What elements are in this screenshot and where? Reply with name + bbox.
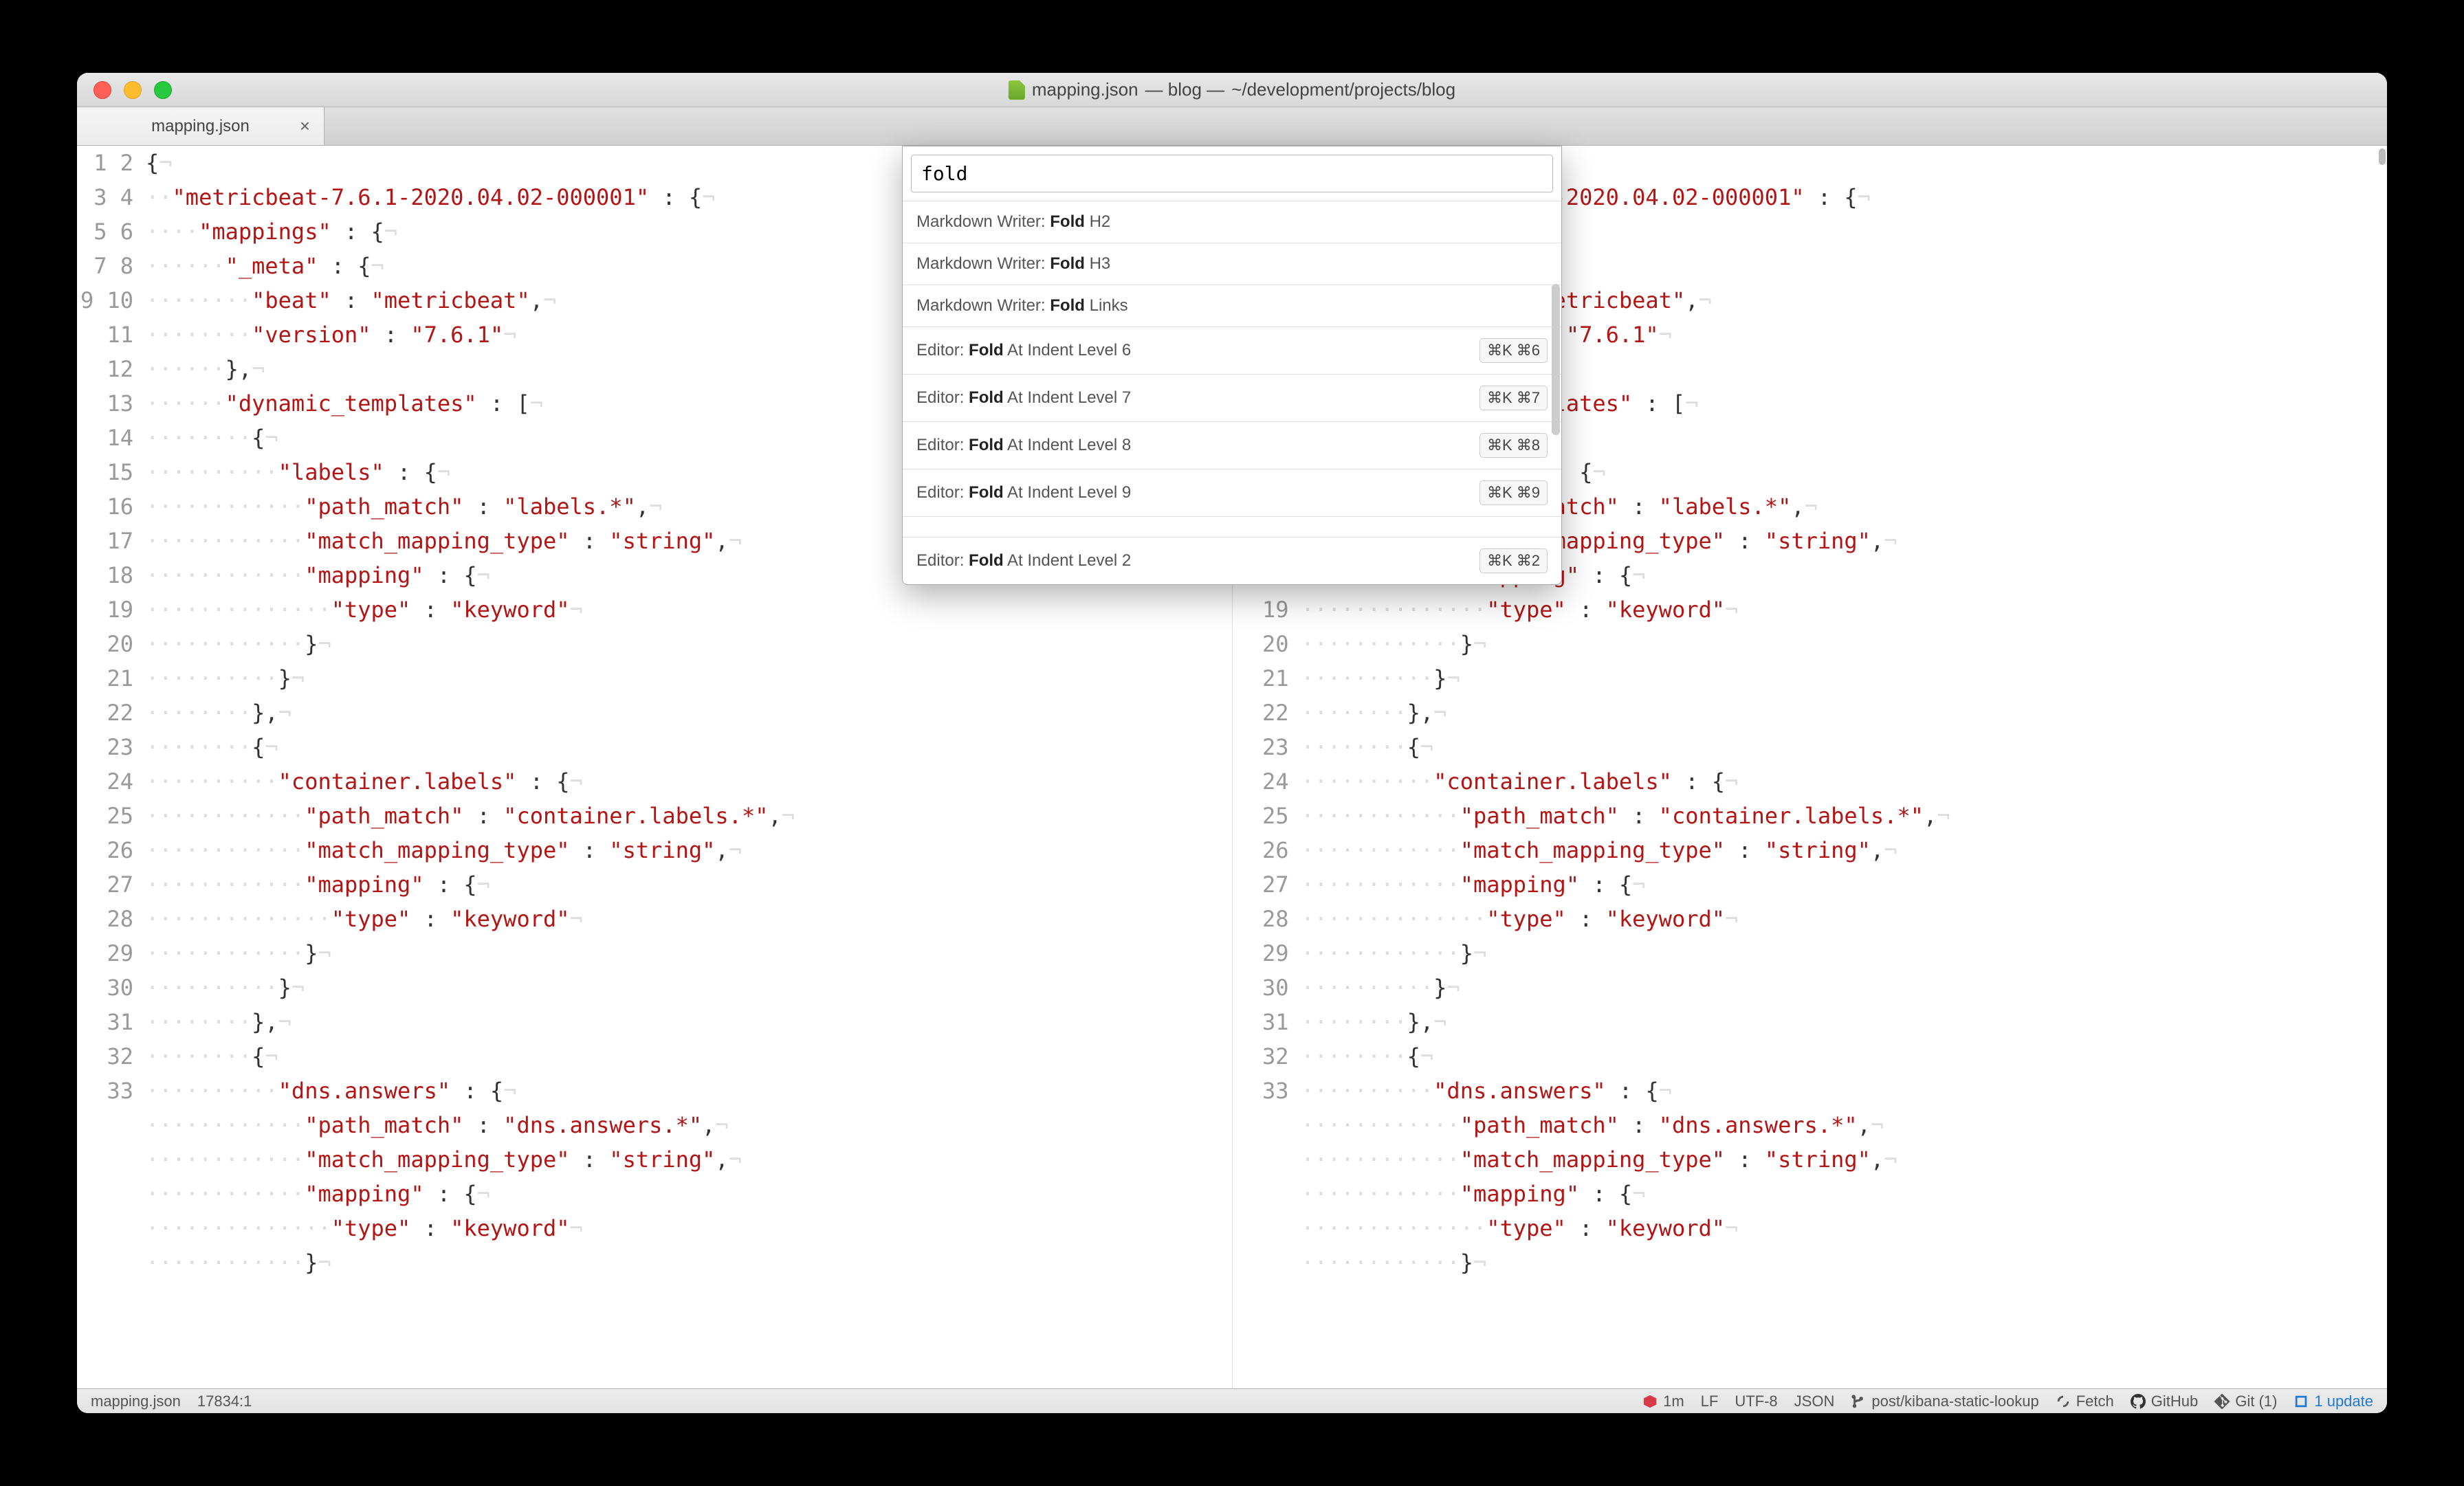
keyboard-shortcut: ⌘K ⌘7 xyxy=(1480,386,1548,410)
command-label: Editor: Fold At Indent Level 7 xyxy=(916,388,1131,408)
status-github[interactable]: GitHub xyxy=(2131,1393,2198,1410)
status-language[interactable]: JSON xyxy=(1794,1393,1835,1410)
tabbar: mapping.json × xyxy=(77,107,2387,146)
command-label: Editor: Fold At Indent Level 2 xyxy=(916,551,1131,570)
command-label: Editor: Fold At Indent Level 9 xyxy=(916,483,1131,502)
command-label: Markdown Writer: Fold H2 xyxy=(916,212,1110,232)
command-palette: Markdown Writer: Fold H2 Markdown Writer:… xyxy=(902,146,1562,585)
status-cursor[interactable]: 17834:1 xyxy=(197,1393,252,1410)
status-branch[interactable]: post/kibana-static-lookup xyxy=(1851,1393,2038,1410)
title-path: ~/development/projects/blog xyxy=(1231,79,1455,100)
command-label: Markdown Writer: Fold H3 xyxy=(916,254,1110,274)
keyboard-shortcut: ⌘K ⌘9 xyxy=(1480,480,1548,505)
command-palette-item[interactable]: Markdown Writer: Fold H3 xyxy=(903,243,1561,285)
scrollbar[interactable] xyxy=(2379,148,2386,165)
window-title: mapping.json — blog — ~/development/proj… xyxy=(1009,79,1455,100)
command-label: Markdown Writer: Fold Links xyxy=(916,296,1128,315)
command-palette-item[interactable]: Editor: Fold At Indent Level 2 ⌘K ⌘2 xyxy=(903,537,1561,584)
line-gutter: 1 2 3 4 5 6 7 8 9 10 11 12 13 14 15 16 1… xyxy=(77,146,146,1388)
tab-mapping-json[interactable]: mapping.json × xyxy=(77,107,324,145)
status-eol[interactable]: LF xyxy=(1701,1393,1719,1410)
command-palette-item[interactable]: Editor: Fold At Indent Level 6 ⌘K ⌘6 xyxy=(903,326,1561,374)
close-icon[interactable]: × xyxy=(300,115,310,137)
keyboard-shortcut: ⌘K ⌘8 xyxy=(1480,433,1548,458)
stop-icon xyxy=(1642,1394,1658,1409)
command-palette-list: Markdown Writer: Fold H2 Markdown Writer:… xyxy=(903,201,1561,584)
git-icon xyxy=(2214,1394,2230,1409)
command-palette-item[interactable]: Markdown Writer: Fold H2 xyxy=(903,201,1561,243)
titlebar: mapping.json — blog — ~/development/proj… xyxy=(77,73,2387,107)
keyboard-shortcut: ⌘K ⌘6 xyxy=(1480,338,1548,363)
status-git[interactable]: Git (1) xyxy=(2214,1393,2277,1410)
command-label: Editor: Fold At Indent Level 8 xyxy=(916,436,1131,455)
git-branch-icon xyxy=(1851,1394,1866,1409)
status-fetch[interactable]: Fetch xyxy=(2056,1393,2114,1410)
keyboard-shortcut: ⌘K ⌘2 xyxy=(1480,548,1548,573)
close-icon[interactable] xyxy=(94,81,111,99)
package-icon xyxy=(2294,1394,2309,1409)
tab-label: mapping.json xyxy=(151,117,250,136)
statusbar: mapping.json 17834:1 1m LF UTF-8 JSON po… xyxy=(77,1388,2387,1413)
traffic-lights xyxy=(77,81,172,99)
sync-icon xyxy=(2056,1394,2071,1409)
minimize-icon[interactable] xyxy=(124,81,142,99)
command-palette-input[interactable] xyxy=(911,155,1553,192)
command-palette-item[interactable]: Editor: Fold At Indent Level 9 ⌘K ⌘9 xyxy=(903,469,1561,516)
command-palette-item[interactable]: Markdown Writer: Fold Links xyxy=(903,285,1561,326)
status-update[interactable]: 1 update xyxy=(2294,1393,2373,1410)
github-icon xyxy=(2131,1394,2146,1409)
command-palette-item[interactable]: Editor: Fold At Indent Level 8 ⌘K ⌘8 xyxy=(903,421,1561,469)
palette-separator xyxy=(903,516,1561,537)
json-file-icon xyxy=(1009,80,1025,100)
title-project: — blog — xyxy=(1145,79,1225,100)
status-diagnostics[interactable]: 1m xyxy=(1642,1393,1684,1410)
editor-window: mapping.json — blog — ~/development/proj… xyxy=(77,73,2387,1413)
command-palette-item[interactable]: Editor: Fold At Indent Level 7 ⌘K ⌘7 xyxy=(903,374,1561,421)
zoom-icon[interactable] xyxy=(154,81,172,99)
title-file: mapping.json xyxy=(1032,79,1138,100)
status-encoding[interactable]: UTF-8 xyxy=(1735,1393,1777,1410)
command-label: Editor: Fold At Indent Level 6 xyxy=(916,341,1131,360)
status-file[interactable]: mapping.json xyxy=(91,1393,181,1410)
scrollbar[interactable] xyxy=(1552,284,1560,435)
